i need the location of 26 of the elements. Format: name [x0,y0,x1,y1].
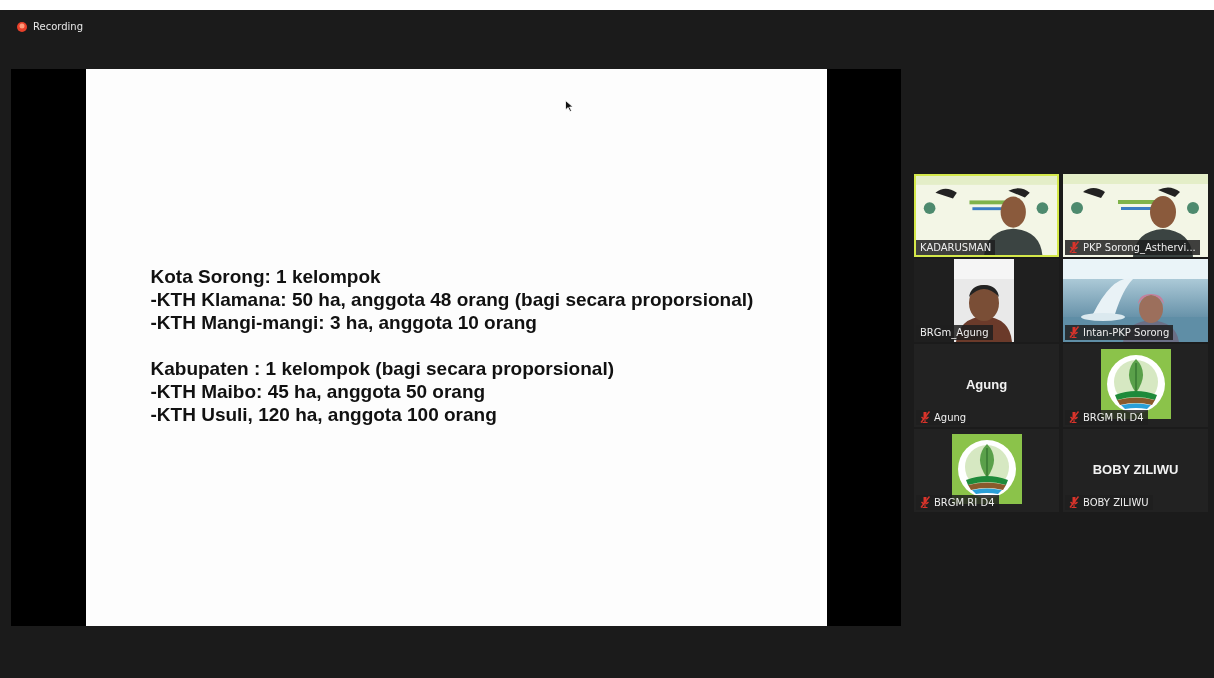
mouse-pointer-icon [564,100,574,112]
participant-tile[interactable]: KADARUSMAN [914,173,1059,257]
participant-tile[interactable]: BRGM RI D4 [914,428,1059,512]
slide-text-line: -KTH Mangi-mangi: 3 ha, anggota 10 orang [150,311,538,334]
participant-tile[interactable]: BRGM RI D4 [1063,343,1208,427]
recording-icon [17,21,27,32]
participant-name: Agung [934,410,967,424]
participant-display-name: Agung [965,376,1008,392]
participant-tile[interactable]: PKP Sorong_Asthervi... [1063,173,1208,257]
participant-display-name: BOBY ZILIWU [1092,461,1179,477]
participant-tile[interactable]: Agung Agung [914,343,1059,427]
participant-name: KADARUSMAN [920,240,992,254]
participant-tile[interactable]: Intan-PKP Sorong [1063,258,1208,342]
participant-name: Intan-PKP Sorong [1083,325,1170,339]
slide-text-line: -KTH Usuli, 120 ha, anggota 100 orang [150,403,498,426]
participant-name: BRGM RI D4 [1083,410,1144,424]
slide-text-line: -KTH Klamana: 50 ha, anggota 48 orang (bagi secara proporsional) [150,288,755,311]
participant-name: BRGm_Agung [920,325,989,339]
slide-text-line: Kabupaten : 1 kelompok (bagi secara proporsional) [150,357,615,380]
participant-name: BRGM RI D4 [934,495,995,509]
slide-text-line: Kota Sorong: 1 kelompok [150,265,382,288]
recording-label: Recording [33,21,83,32]
participant-name: BOBY ZILIWU [1083,495,1149,509]
participant-name: PKP Sorong_Asthervi... [1083,240,1196,254]
slide-text-line: -KTH Maibo: 45 ha, anggota 50 orang [150,380,487,403]
participant-tile[interactable]: BOBY ZILIWU BOBY ZILIWU [1063,428,1208,512]
